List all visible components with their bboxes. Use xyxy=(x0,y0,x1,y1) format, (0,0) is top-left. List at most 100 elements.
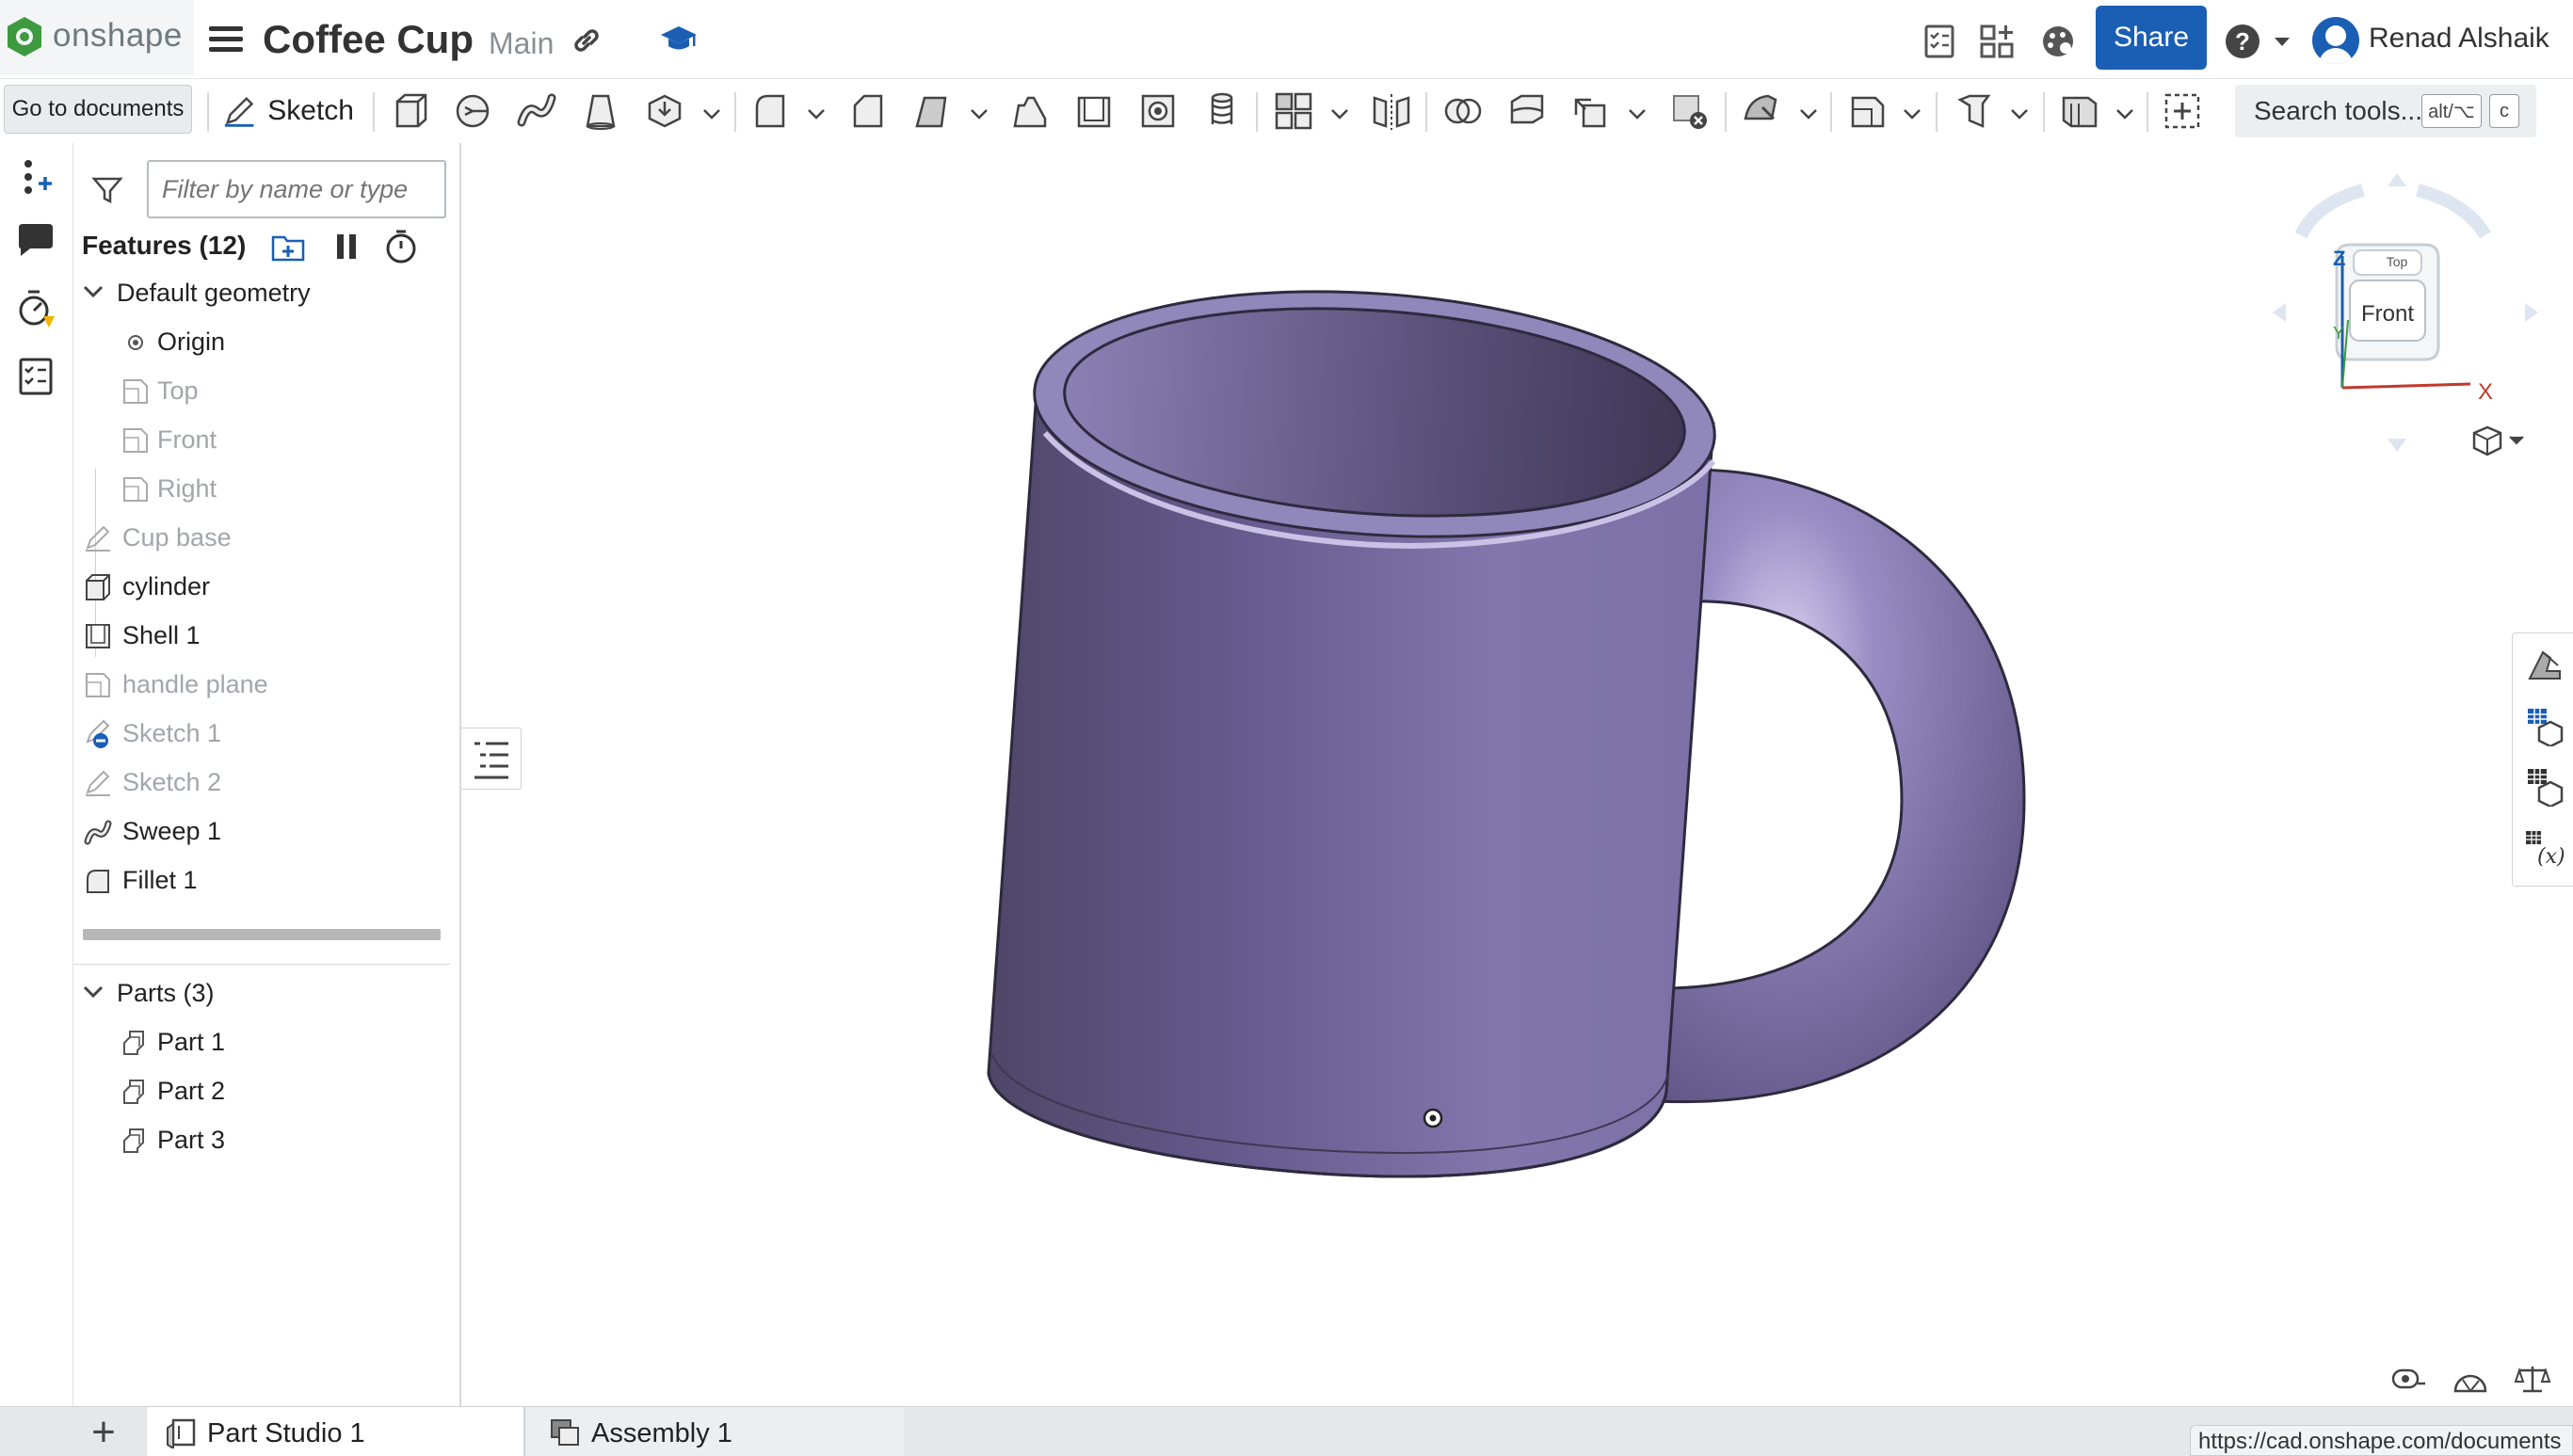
tree-feature-fillet[interactable]: Fillet 1 xyxy=(73,856,460,905)
insert-mate-connector-icon[interactable] xyxy=(15,156,56,198)
chevron-down-icon[interactable] xyxy=(2009,107,2030,120)
tab-assembly-1[interactable]: Assembly 1 xyxy=(523,1407,904,1456)
mass-properties-icon[interactable] xyxy=(2514,1363,2551,1395)
variable-table-icon[interactable]: (x) xyxy=(2524,827,2565,869)
toolbar-divider xyxy=(1936,92,1938,132)
tree-feature-handle-plane[interactable]: handle plane xyxy=(73,661,460,710)
sweep-icon xyxy=(517,93,556,127)
help-button[interactable]: ? xyxy=(2226,24,2259,58)
user-name[interactable]: Renad Alshaik xyxy=(2369,23,2549,55)
learning-center-icon[interactable] xyxy=(659,23,699,56)
tree-origin[interactable]: Origin xyxy=(73,318,460,367)
protractor-icon[interactable] xyxy=(2452,1363,2489,1395)
chevron-down-icon[interactable] xyxy=(81,282,105,301)
chevron-down-icon[interactable] xyxy=(1329,107,1350,120)
filter-icon[interactable] xyxy=(90,173,124,207)
share-button[interactable]: Share xyxy=(2096,6,2207,70)
sheet-metal-tool[interactable] xyxy=(1954,90,1996,132)
boolean-tool[interactable] xyxy=(1442,90,1484,132)
feature-filter-input[interactable] xyxy=(147,160,446,218)
tree-default-geometry[interactable]: Default geometry xyxy=(73,269,460,318)
help-dropdown-caret-icon[interactable] xyxy=(2275,38,2290,46)
onshape-logo-icon xyxy=(8,17,41,56)
loft-tool[interactable] xyxy=(580,90,621,132)
measure-tape-icon[interactable] xyxy=(2389,1363,2427,1395)
performance-icon[interactable] xyxy=(15,288,56,329)
logo-area[interactable]: onshape xyxy=(0,0,194,75)
toolbar-divider xyxy=(2147,92,2148,132)
configuration-table-icon[interactable] xyxy=(2524,765,2565,807)
comments-icon[interactable] xyxy=(15,220,56,262)
tree-parts-section[interactable]: Parts (3) xyxy=(73,969,460,1018)
split-tool[interactable] xyxy=(1506,90,1548,132)
main-menu-button[interactable] xyxy=(209,26,243,53)
plane-tool[interactable] xyxy=(1847,90,1889,132)
tab-part-studio-1[interactable]: Part Studio 1 xyxy=(147,1407,523,1456)
tab-label: Assembly 1 xyxy=(591,1418,732,1448)
appearance-icon[interactable] xyxy=(2524,645,2565,686)
chevron-down-icon[interactable] xyxy=(701,107,722,120)
extrude-tool[interactable] xyxy=(390,90,431,132)
chamfer-tool[interactable] xyxy=(847,90,889,132)
link-icon[interactable] xyxy=(569,24,604,56)
rollback-bar[interactable] xyxy=(83,929,441,940)
thread-tool[interactable] xyxy=(1201,90,1243,132)
user-avatar[interactable] xyxy=(2312,17,2359,64)
tree-feature-sketch-1[interactable]: Sketch 1 xyxy=(73,710,460,759)
chevron-down-icon[interactable] xyxy=(1798,107,1819,120)
app-store-icon[interactable] xyxy=(1978,23,2016,60)
fillet-tool[interactable] xyxy=(749,90,791,132)
draft-tool[interactable] xyxy=(911,90,953,132)
add-tab-button[interactable]: + xyxy=(73,1407,134,1456)
modify-fillet-tool[interactable] xyxy=(1742,90,1783,132)
chevron-down-icon[interactable] xyxy=(969,107,989,120)
add-custom-feature-tool[interactable] xyxy=(2162,90,2203,132)
viewcube-top-face[interactable]: Top xyxy=(2387,254,2408,269)
render-studio-icon[interactable] xyxy=(2039,23,2077,60)
tree-feature-shell[interactable]: Shell 1 xyxy=(73,612,460,661)
search-tools-field[interactable]: Search tools... alt/⌥ c xyxy=(2235,85,2536,137)
chevron-down-icon[interactable] xyxy=(81,983,105,1001)
linear-pattern-tool[interactable] xyxy=(1273,90,1314,132)
tree-feature-cup-base[interactable]: Cup base xyxy=(73,514,460,563)
rollback-timer-icon[interactable] xyxy=(382,228,420,265)
view-cube[interactable]: Top Front X Z Y xyxy=(2259,169,2561,471)
tree-plane-front[interactable]: Front xyxy=(73,416,460,465)
document-title[interactable]: Coffee Cup xyxy=(263,17,474,62)
sketch-button[interactable]: Sketch xyxy=(222,87,354,136)
tree-plane-right[interactable]: Right xyxy=(73,465,460,514)
hole-tool[interactable] xyxy=(1137,90,1179,132)
sweep-tool[interactable] xyxy=(516,90,557,132)
chevron-down-icon[interactable] xyxy=(806,107,827,120)
tree-feature-sweep[interactable]: Sweep 1 xyxy=(73,808,460,856)
revolve-tool[interactable] xyxy=(452,90,493,132)
chevron-down-icon[interactable] xyxy=(2115,107,2135,120)
add-folder-icon[interactable] xyxy=(269,228,307,265)
delete-part-tool[interactable] xyxy=(1668,90,1710,132)
release-candidates-icon[interactable] xyxy=(15,356,56,397)
coffee-cup-model[interactable] xyxy=(960,273,2071,1261)
extrude-icon xyxy=(86,574,110,600)
mirror-tool[interactable] xyxy=(1371,90,1412,132)
tree-plane-top[interactable]: Top xyxy=(73,367,460,416)
rib-tool[interactable] xyxy=(1009,90,1051,132)
tree-part-1[interactable]: Part 1 xyxy=(73,1018,460,1067)
chevron-down-icon[interactable] xyxy=(1627,107,1648,120)
release-checklist-icon[interactable] xyxy=(1921,23,1958,60)
transform-tool[interactable] xyxy=(1570,90,1612,132)
viewcube-front-face[interactable]: Front xyxy=(2361,301,2414,327)
chevron-down-icon[interactable] xyxy=(1902,107,1922,120)
go-to-documents-button[interactable]: Go to documents xyxy=(4,85,192,134)
branch-name[interactable]: Main xyxy=(489,26,554,61)
plane-icon xyxy=(123,477,148,502)
tree-part-2[interactable]: Part 2 xyxy=(73,1067,460,1116)
shell-tool[interactable] xyxy=(1073,90,1115,132)
tree-feature-sketch-2[interactable]: Sketch 2 xyxy=(73,759,460,808)
bill-of-materials-icon[interactable] xyxy=(2524,705,2565,746)
frame-tool[interactable] xyxy=(2060,90,2101,132)
thicken-tool[interactable] xyxy=(644,90,685,132)
pause-icon[interactable] xyxy=(328,228,365,265)
tree-part-3[interactable]: Part 3 xyxy=(73,1116,460,1165)
frame-icon xyxy=(2062,96,2098,128)
tree-feature-cylinder[interactable]: cylinder xyxy=(73,563,460,612)
